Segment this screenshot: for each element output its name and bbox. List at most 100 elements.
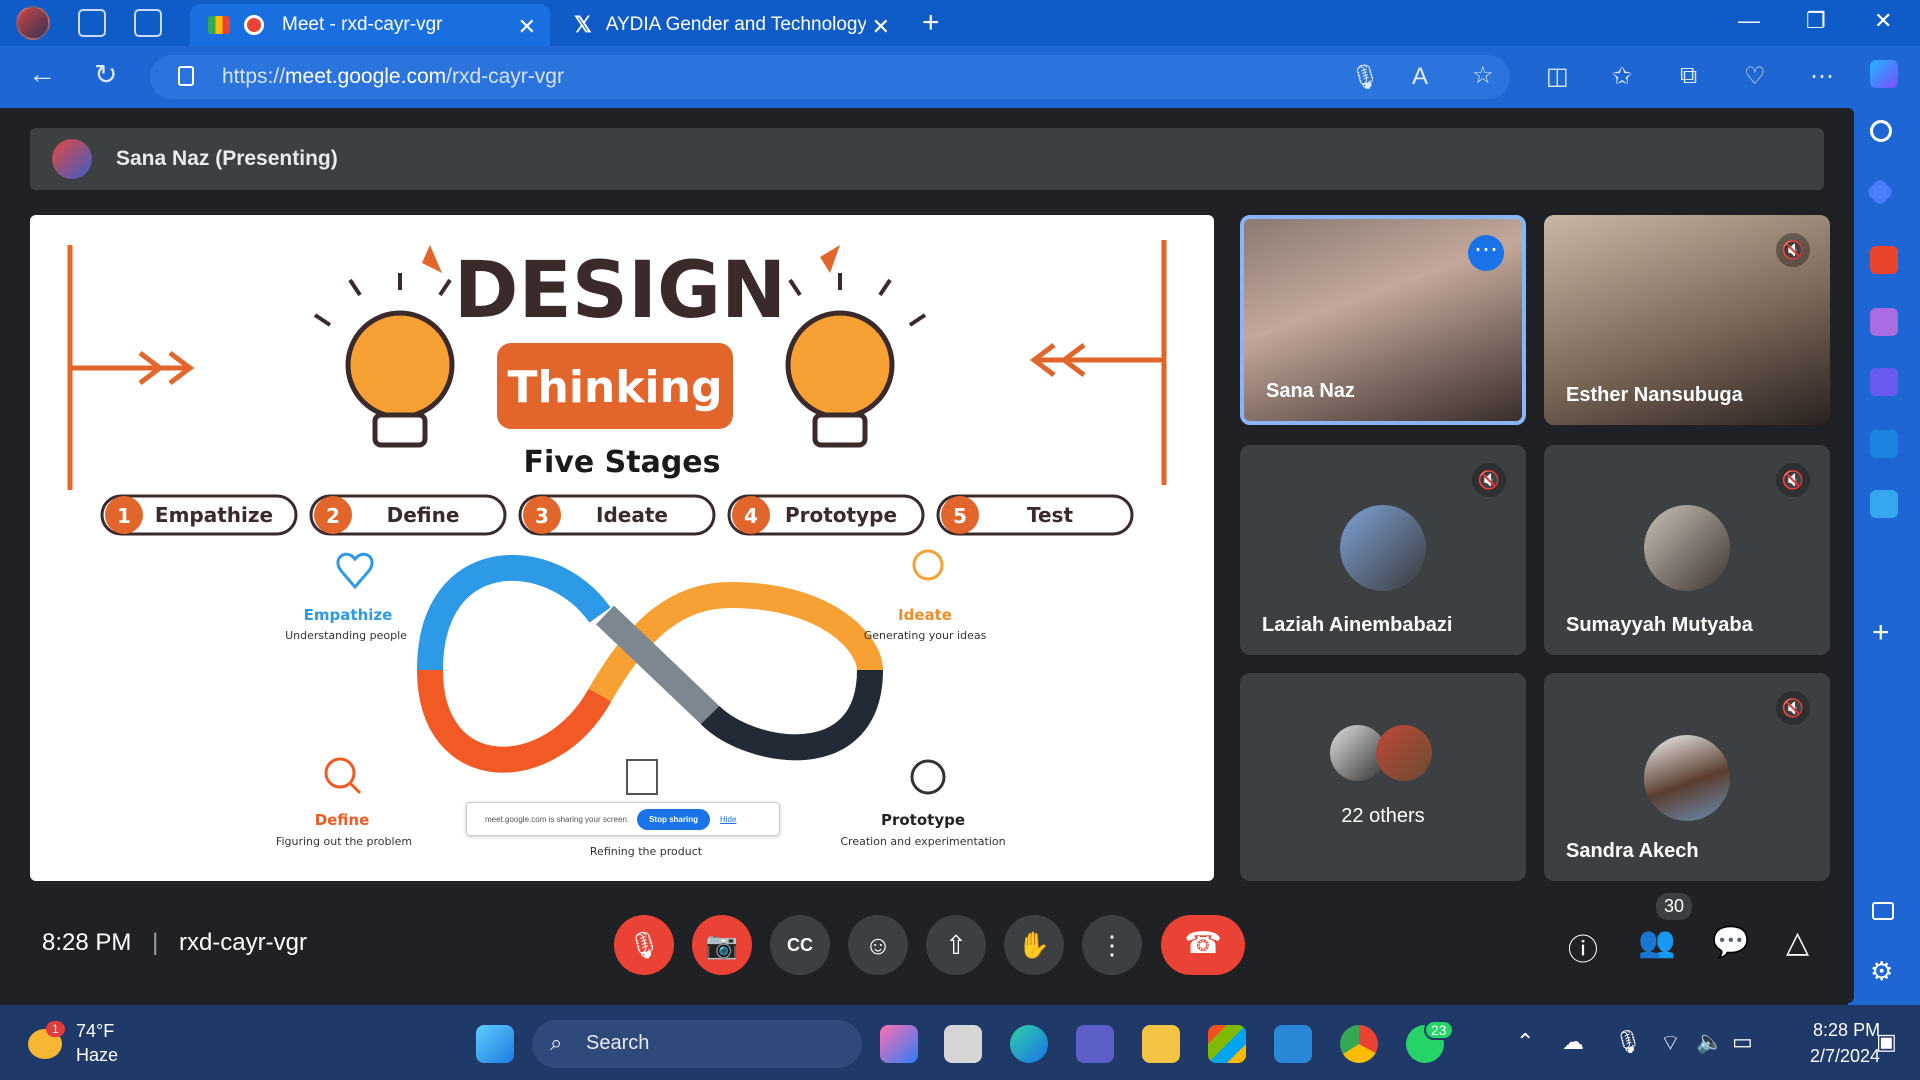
lock-icon[interactable]	[178, 66, 194, 86]
tab-aydia[interactable]: 𝕏 AYDIA Gender and Technology In ✕	[556, 4, 904, 46]
minimize-icon[interactable]: —	[1738, 8, 1760, 34]
volume-icon[interactable]: 🔈	[1696, 1029, 1723, 1055]
microsoft365-icon[interactable]	[1870, 368, 1898, 396]
stage-number: 2	[326, 504, 340, 528]
battery-icon[interactable]: ▭	[1732, 1029, 1753, 1055]
edge-sidebar: + ⚙	[1848, 46, 1920, 1006]
tray-chevron-icon[interactable]: ⌃	[1516, 1029, 1534, 1055]
outlook-icon[interactable]	[1870, 430, 1898, 458]
slide-subtitle: Thinking	[508, 362, 723, 413]
note-define-title: Define	[315, 811, 370, 829]
present-button[interactable]: ⇧	[926, 915, 986, 975]
chrome-icon[interactable]	[1340, 1025, 1378, 1063]
new-tab-icon[interactable]: +	[922, 6, 940, 40]
games-icon[interactable]	[1870, 308, 1898, 336]
note-test-desc: Refining the product	[590, 845, 703, 858]
store-icon[interactable]	[1208, 1025, 1246, 1063]
participant-tile-esther[interactable]: 🔇 Esther Nansubuga	[1544, 215, 1830, 425]
wifi-icon[interactable]: ⌔	[1660, 1029, 1681, 1057]
mic-off-icon: 🔇	[1472, 463, 1506, 497]
task-view-icon[interactable]	[944, 1025, 982, 1063]
collections-icon[interactable]: ⧉	[1680, 62, 1697, 90]
tools-icon[interactable]	[1870, 246, 1898, 274]
participant-tile-sana[interactable]: ⋯ Sana Naz	[1240, 215, 1526, 425]
infinity-orange-arc	[417, 669, 612, 773]
search-icon[interactable]	[1870, 120, 1892, 142]
infinity-dark-arc	[700, 669, 883, 761]
note-empathize-desc: Understanding people	[285, 629, 407, 642]
leave-call-button[interactable]: ☎	[1161, 915, 1245, 975]
tile-name: Laziah Ainembabazi	[1262, 614, 1453, 636]
reactions-button[interactable]: ☺	[848, 915, 908, 975]
system-date: 2/7/2024	[1810, 1046, 1881, 1066]
copilot-taskbar-icon[interactable]	[880, 1025, 918, 1063]
system-clock[interactable]: 8:28 PM 2/7/2024	[1810, 1017, 1880, 1069]
sidebar-toggle-icon[interactable]	[1872, 902, 1894, 920]
drop-icon[interactable]	[1870, 490, 1898, 518]
participant-tile-sandra[interactable]: 🔇 Sandra Akech	[1544, 673, 1830, 881]
participant-tile-others[interactable]: 22 others	[1240, 673, 1526, 881]
profile-avatar[interactable]	[16, 6, 50, 40]
refresh-icon[interactable]: ↻	[94, 58, 117, 91]
more-options-icon[interactable]: ⋯	[1468, 235, 1504, 271]
address-field[interactable]: https://meet.google.com/rxd-cayr-vgr 🎙 A…	[150, 55, 1510, 99]
tile-name: Sana Naz	[1266, 380, 1355, 402]
more-menu-icon[interactable]: ⋯	[1810, 62, 1834, 91]
onedrive-icon[interactable]: ☁	[1562, 1029, 1584, 1055]
avatar	[1644, 505, 1730, 591]
back-icon[interactable]: ←	[28, 58, 56, 90]
mail-icon[interactable]	[1274, 1025, 1312, 1063]
system-time: 8:28 PM	[1813, 1020, 1881, 1040]
people-icon[interactable]: 👥	[1638, 925, 1675, 960]
restore-icon[interactable]: ❐	[1806, 8, 1826, 34]
url-prefix: https://	[222, 65, 286, 88]
spark-right	[820, 245, 840, 273]
meeting-info-icon[interactable]: ⓘ	[1568, 925, 1598, 969]
meet-controls-bar: 8:28 PM | rxd-cayr-vgr 🎙 📷 CC ☺ ⇧ ✋ ⋮ ☎ …	[0, 893, 1848, 1005]
participant-tile-laziah[interactable]: 🔇 Laziah Ainembabazi	[1240, 445, 1526, 655]
notifications-icon[interactable]: ▣	[1876, 1029, 1897, 1055]
five-stages-heading: Five Stages	[524, 445, 721, 480]
teams-icon[interactable]	[1076, 1025, 1114, 1063]
activities-icon[interactable]: △	[1786, 925, 1809, 960]
split-screen-icon[interactable]: ◫	[1546, 62, 1569, 91]
more-options-button[interactable]: ⋮	[1082, 915, 1142, 975]
mic-icon[interactable]: 🎙	[1350, 63, 1380, 92]
taskbar-search[interactable]: ⌕ Search	[532, 1020, 862, 1068]
close-tab-icon[interactable]: ✕	[518, 14, 536, 40]
start-button-icon[interactable]	[476, 1025, 514, 1063]
participant-tile-sumayyah[interactable]: 🔇 Sumayyah Mutyaba	[1544, 445, 1830, 655]
tab-aydia-label: AYDIA Gender and Technology In	[605, 14, 866, 35]
chat-icon[interactable]: 💬	[1712, 925, 1749, 960]
browser-essentials-icon[interactable]: ♡	[1744, 62, 1766, 91]
tab-meet[interactable]: Meet - rxd-cayr-vgr ✕	[190, 4, 550, 46]
copilot-icon[interactable]	[1870, 60, 1898, 88]
file-explorer-icon[interactable]	[1142, 1025, 1180, 1063]
captions-button[interactable]: CC	[770, 915, 830, 975]
workspaces-icon[interactable]	[78, 9, 106, 37]
close-window-icon[interactable]: ✕	[1874, 8, 1892, 34]
shared-slide: DESIGN Thinking Five Stages 1 Empathize 2 D…	[30, 215, 1214, 881]
hide-link[interactable]: Hide	[720, 815, 736, 824]
whatsapp-badge: 23	[1424, 1020, 1454, 1040]
note-ideate-title: Ideate	[898, 606, 952, 624]
weather-badge: 1	[46, 1021, 65, 1037]
favorites-icon[interactable]: ✩	[1612, 62, 1632, 91]
add-sidebar-icon[interactable]: +	[1872, 616, 1890, 650]
mic-off-icon: 🔇	[1776, 233, 1810, 267]
note-ideate-desc: Generating your ideas	[864, 629, 987, 642]
raise-hand-button[interactable]: ✋	[1004, 915, 1064, 975]
mic-toggle-button[interactable]: 🎙	[614, 915, 674, 975]
edge-taskbar-icon[interactable]	[1010, 1025, 1048, 1063]
note-define-desc: Figuring out the problem	[276, 835, 412, 848]
stop-sharing-button[interactable]: Stop sharing	[637, 808, 710, 830]
shopping-tag-icon[interactable]	[1865, 177, 1895, 207]
recording-icon	[244, 15, 264, 35]
read-aloud-icon[interactable]: A	[1412, 63, 1428, 91]
camera-toggle-button[interactable]: 📷	[692, 915, 752, 975]
close-tab-icon[interactable]: ✕	[872, 14, 890, 40]
settings-gear-icon[interactable]: ⚙	[1870, 956, 1893, 987]
tray-mic-icon[interactable]: 🎙	[1614, 1029, 1642, 1055]
tab-actions-icon[interactable]	[134, 9, 162, 37]
favorite-star-icon[interactable]: ☆	[1472, 61, 1494, 90]
